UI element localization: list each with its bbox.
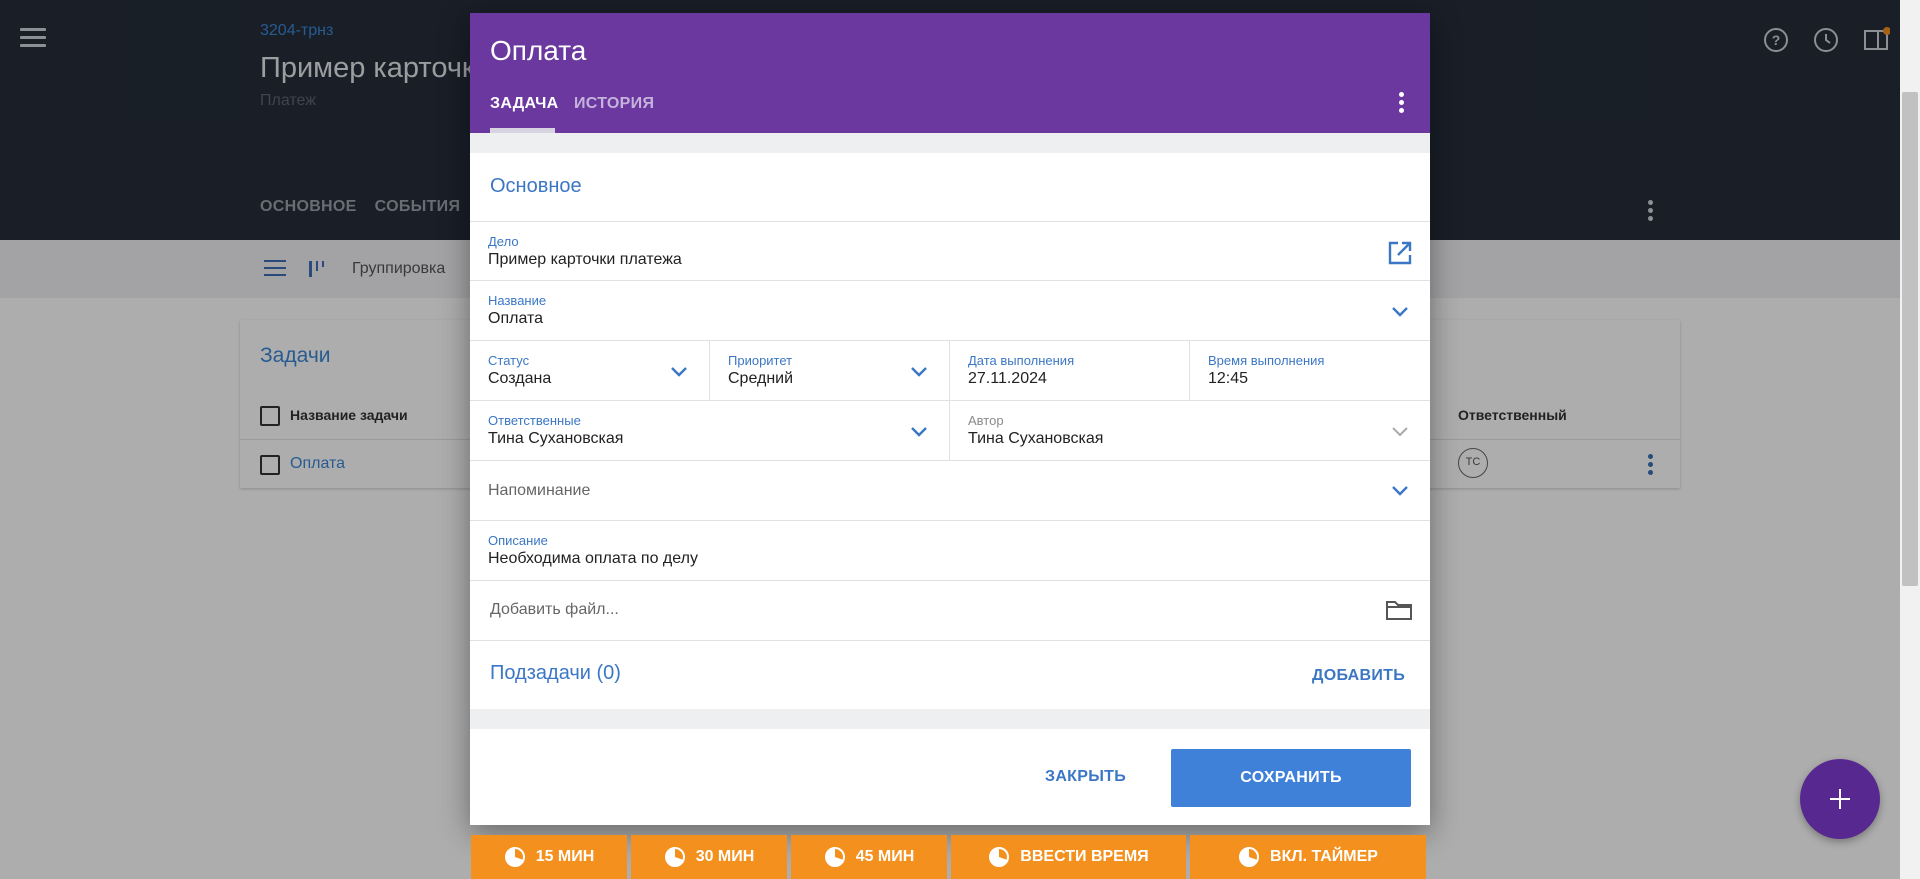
divider: [470, 340, 1430, 341]
timer-label: 15 МИН: [535, 848, 595, 865]
dialog-title: Оплата: [490, 35, 587, 66]
due-time-label: Время выполнения: [1208, 353, 1325, 368]
divider: [470, 520, 1430, 521]
divider: [470, 580, 1430, 581]
timer-15-button[interactable]: 15 МИН: [471, 835, 627, 879]
timer-30-button[interactable]: 30 МИН: [631, 835, 787, 879]
add-file-input[interactable]: Добавить файл...: [490, 601, 619, 619]
description-label: Описание: [488, 533, 548, 548]
chevron-down-icon[interactable]: [910, 425, 928, 437]
dialog-header: Оплата ЗАДАЧА ИСТОРИЯ: [470, 13, 1430, 133]
case-field-label: Дело: [488, 234, 519, 249]
divider: [470, 640, 1430, 641]
priority-select[interactable]: Средний: [728, 370, 793, 388]
start-timer-button[interactable]: ВКЛ. ТАЙМЕР: [1190, 835, 1426, 879]
section-title[interactable]: Основное: [490, 175, 582, 198]
close-button[interactable]: ЗАКРЫТЬ: [1045, 768, 1126, 786]
timer-label: 45 МИН: [855, 848, 915, 865]
time-tracking-bar: 15 МИН 30 МИН 45 МИН ВВЕСТИ ВРЕМЯ ВКЛ. Т…: [471, 835, 1426, 879]
divider: [470, 221, 1430, 222]
timer-icon: [824, 847, 845, 867]
chevron-down-icon[interactable]: [1391, 484, 1409, 496]
author-field: Тина Сухановская: [968, 430, 1104, 447]
subtasks-title[interactable]: Подзадачи (0): [490, 662, 621, 685]
name-field[interactable]: Оплата: [488, 310, 543, 328]
due-date-label: Дата выполнения: [968, 353, 1075, 368]
tab-task[interactable]: ЗАДАЧА: [490, 95, 559, 113]
enter-time-button[interactable]: ВВЕСТИ ВРЕМЯ: [951, 835, 1186, 879]
dialog-more-icon[interactable]: [1396, 92, 1406, 116]
open-external-icon[interactable]: [1387, 240, 1413, 271]
timer-icon: [664, 847, 685, 867]
case-field[interactable]: Пример карточки платежа: [488, 251, 682, 269]
add-subtask-button[interactable]: ДОБАВИТЬ: [1312, 667, 1405, 685]
due-time-field[interactable]: 12:45: [1208, 370, 1248, 388]
page-scrollbar[interactable]: [1900, 0, 1920, 879]
folder-icon[interactable]: [1385, 598, 1413, 627]
assignees-field-label: Ответственные: [488, 413, 581, 428]
timer-45-button[interactable]: 45 МИН: [791, 835, 947, 879]
chevron-down-icon[interactable]: [1391, 305, 1409, 317]
reminder-select[interactable]: Напоминание: [488, 482, 590, 500]
divider-band: [470, 709, 1430, 729]
due-date-field[interactable]: 27.11.2024: [968, 370, 1047, 388]
tab-history[interactable]: ИСТОРИЯ: [574, 95, 654, 113]
timer-label: ВКЛ. ТАЙМЕР: [1270, 848, 1378, 865]
description-field[interactable]: Необходима оплата по делу: [488, 550, 698, 568]
divider: [470, 460, 1430, 461]
chevron-down-icon[interactable]: [670, 365, 688, 377]
add-fab-button[interactable]: [1800, 759, 1880, 839]
chevron-down-icon[interactable]: [910, 365, 928, 377]
divider: [470, 400, 1430, 401]
assignees-select[interactable]: Тина Сухановская: [488, 430, 623, 448]
priority-field-label: Приоритет: [728, 353, 793, 368]
divider-band: [470, 133, 1430, 153]
chevron-down-icon: [1391, 425, 1409, 437]
author-field-label: Автор: [968, 413, 1004, 428]
status-field-label: Статус: [488, 353, 530, 368]
timer-label: ВВЕСТИ ВРЕМЯ: [1020, 848, 1149, 865]
status-select[interactable]: Создана: [488, 370, 551, 388]
scrollbar-thumb[interactable]: [1902, 92, 1918, 586]
divider: [470, 280, 1430, 281]
save-button[interactable]: СОХРАНИТЬ: [1171, 749, 1411, 807]
timer-icon: [1239, 847, 1260, 867]
timer-icon: [504, 847, 525, 867]
timer-label: 30 МИН: [695, 848, 755, 865]
name-field-label: Название: [488, 293, 547, 308]
task-dialog: Оплата ЗАДАЧА ИСТОРИЯ Основное Дело Прим…: [470, 13, 1430, 825]
timer-icon: [989, 847, 1010, 867]
